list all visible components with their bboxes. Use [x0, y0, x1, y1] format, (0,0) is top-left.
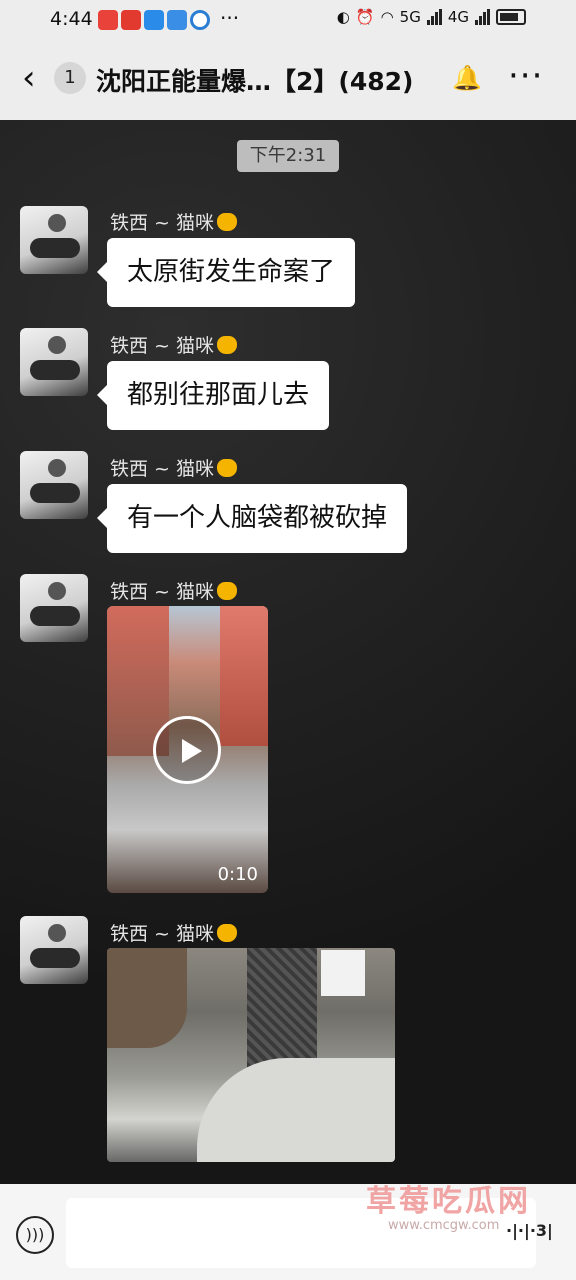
- more-notifications-icon: ···: [220, 6, 240, 30]
- network-type: 5G: [399, 8, 421, 26]
- video-message[interactable]: 0:10: [107, 606, 268, 893]
- app-notification-icon: [98, 10, 118, 30]
- chat-title: 沈阳正能量爆…【2】(482): [96, 67, 414, 96]
- alarm-icon: ⏰: [355, 8, 375, 26]
- avatar[interactable]: [20, 451, 88, 519]
- play-icon[interactable]: [153, 716, 221, 784]
- image-message[interactable]: [107, 948, 395, 1162]
- app-notification-icon: [167, 10, 187, 30]
- sender-name: 铁西 ~ 猫咪: [110, 919, 237, 946]
- nfc-icon: ◐: [336, 8, 350, 26]
- message-bubble[interactable]: 都别往那面儿去: [96, 361, 330, 430]
- cat-emoji-icon: [217, 459, 237, 477]
- avatar[interactable]: [20, 574, 88, 642]
- signal-icon-2: [475, 9, 490, 25]
- cat-emoji-icon: [217, 924, 237, 942]
- unread-badge: 1: [54, 62, 86, 94]
- signal-icon: [426, 9, 442, 25]
- system-status-icons: ◐ ⏰ ◠ 5G 4G: [337, 8, 526, 26]
- mute-bell-icon: 🔔: [452, 64, 482, 92]
- message-bubble[interactable]: 太原街发生命案了: [96, 238, 356, 307]
- app-notification-icon: [190, 10, 210, 30]
- wifi-icon: ◠: [380, 8, 394, 26]
- cat-emoji-icon: [217, 582, 237, 600]
- status-bar: 4:44 ··· ◐ ⏰ ◠ 5G 4G: [0, 0, 576, 38]
- avatar[interactable]: [20, 206, 88, 274]
- app-notification-icon: [121, 10, 141, 30]
- notification-icons: [98, 10, 210, 30]
- time-divider: 下午2:31: [237, 140, 339, 172]
- voice-input-button[interactable]: ))): [16, 1216, 54, 1254]
- network-type-2: 4G: [447, 8, 469, 26]
- battery-icon: [496, 9, 526, 25]
- avatar[interactable]: [20, 916, 88, 984]
- watermark-logo: 草莓吃瓜网: [366, 1184, 531, 1219]
- sender-name: 铁西 ~ 猫咪: [110, 577, 237, 604]
- chat-header: ‹ 1 沈阳正能量爆…【2】(482) 🔔 ···: [0, 38, 576, 120]
- cat-emoji-icon: [217, 336, 237, 354]
- video-duration: 0:10: [217, 864, 258, 885]
- weather-icon: [144, 10, 164, 30]
- sender-name: 铁西 ~ 猫咪: [110, 454, 237, 481]
- message-bubble[interactable]: 有一个人脑袋都被砍掉: [96, 484, 408, 553]
- avatar[interactable]: [20, 328, 88, 396]
- watermark-mark: ·|·|·3|: [506, 1221, 553, 1240]
- message-list[interactable]: 下午2:31 铁西 ~ 猫咪 太原街发生命案了 铁西 ~ 猫咪 都别往那面儿去 …: [0, 120, 576, 1184]
- more-options-button[interactable]: ···: [508, 56, 543, 96]
- cat-emoji-icon: [217, 213, 237, 231]
- sender-name: 铁西 ~ 猫咪: [110, 208, 237, 235]
- watermark-url: www.cmcgw.com: [388, 1218, 500, 1233]
- status-time: 4:44: [50, 8, 93, 30]
- sender-name: 铁西 ~ 猫咪: [110, 331, 237, 358]
